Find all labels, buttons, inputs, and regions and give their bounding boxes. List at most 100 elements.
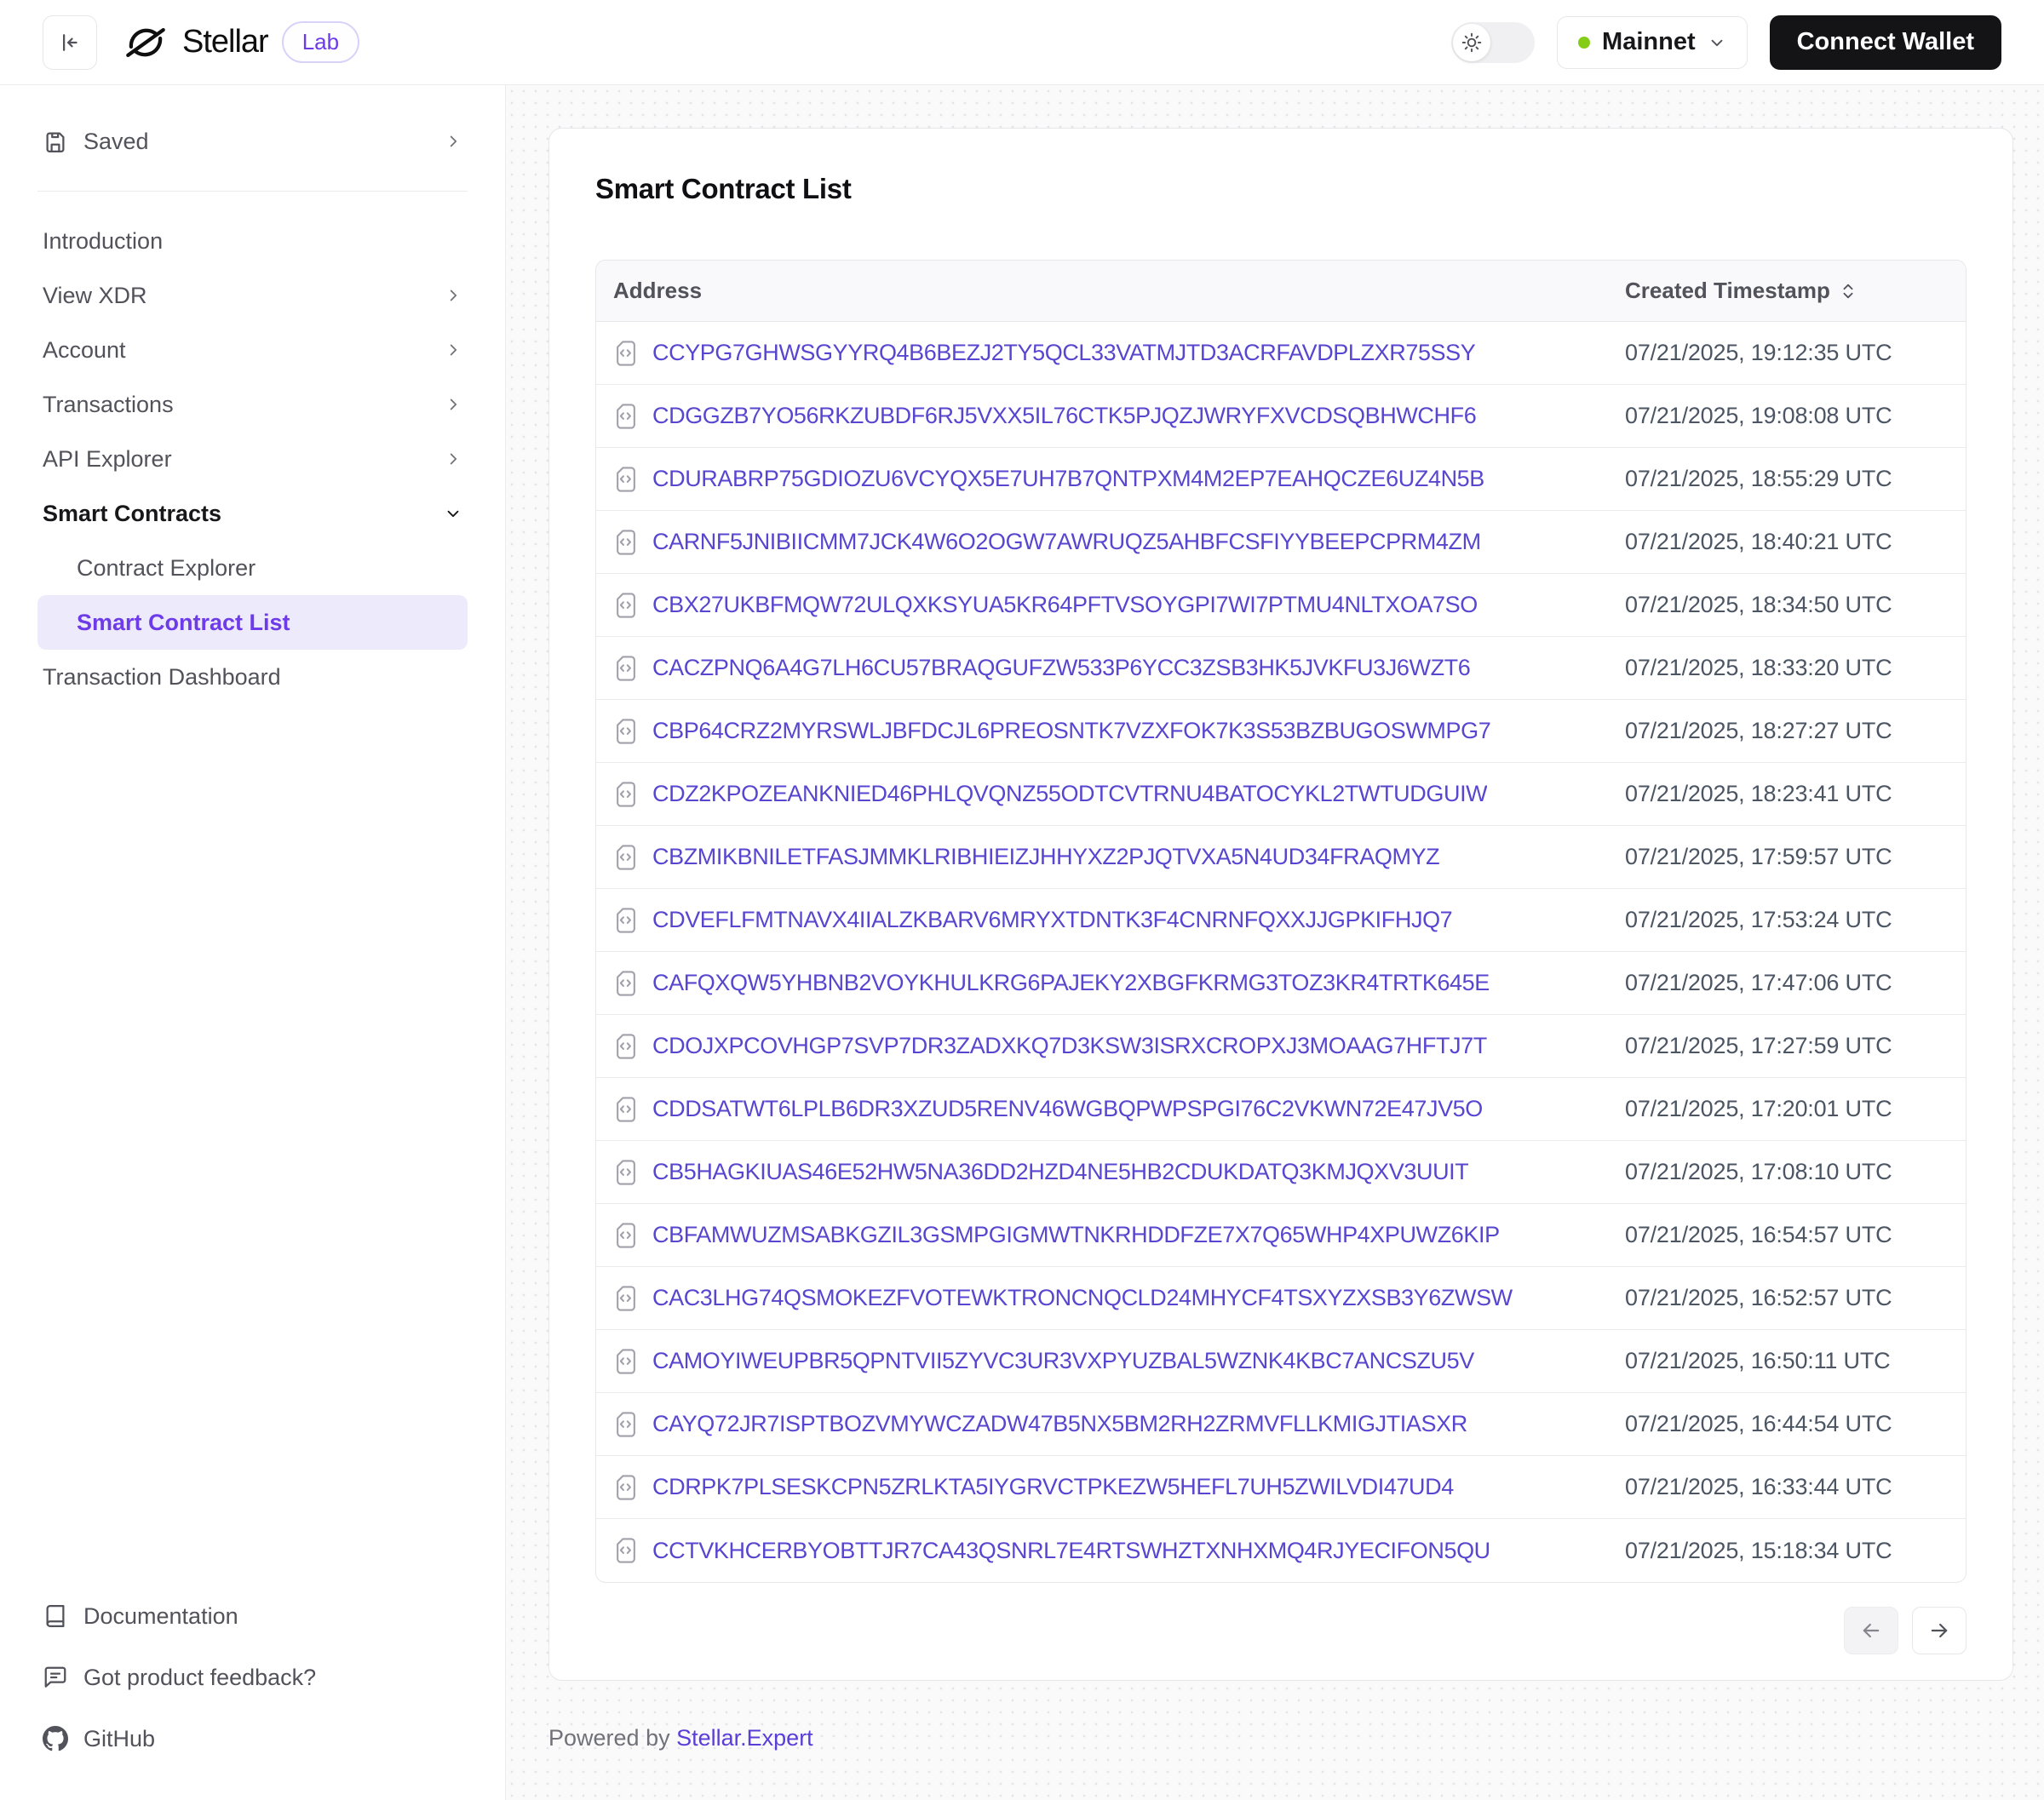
- sidebar-item-label: GitHub: [83, 1726, 155, 1752]
- previous-page-button[interactable]: [1844, 1607, 1898, 1654]
- theme-toggle[interactable]: [1451, 22, 1535, 63]
- contract-file-icon: [613, 907, 639, 934]
- network-select[interactable]: Mainnet: [1557, 16, 1748, 69]
- network-label: Mainnet: [1602, 28, 1696, 56]
- contract-address-link[interactable]: CBFAMWUZMSABKGZIL3GSMPGIGMWTNKRHDDFZE7X7…: [652, 1222, 1500, 1248]
- table-row: CDOJXPCOVHGP7SVP7DR3ZADXKQ7D3KSW3ISRXCRO…: [596, 1015, 1966, 1078]
- column-header-address: Address: [613, 278, 702, 304]
- contract-file-icon: [613, 844, 639, 871]
- contract-address-link[interactable]: CARNF5JNIBIICMM7JCK4W6O2OGW7AWRUQZ5AHBFC…: [652, 529, 1481, 555]
- table-row: CAMOYIWEUPBR5QPNTVII5ZYVC3UR3VXPYUZBAL5W…: [596, 1330, 1966, 1393]
- chevron-down-icon: [1708, 33, 1726, 52]
- table-row: CARNF5JNIBIICMM7JCK4W6O2OGW7AWRUQZ5AHBFC…: [596, 511, 1966, 574]
- sidebar-item-smart-contracts[interactable]: Smart Contracts: [37, 486, 468, 541]
- contract-address-link[interactable]: CAMOYIWEUPBR5QPNTVII5ZYVC3UR3VXPYUZBAL5W…: [652, 1348, 1474, 1374]
- contract-address-link[interactable]: CBZMIKBNILETFASJMMKLRIBHIEIZJHHYXZ2PJQTV…: [652, 844, 1439, 870]
- table-row: CDDSATWT6LPLB6DR3XZUD5RENV46WGBQPWPSPGI7…: [596, 1078, 1966, 1141]
- sidebar-item-documentation[interactable]: Documentation: [37, 1589, 468, 1643]
- contract-address-link[interactable]: CDGGZB7YO56RKZUBDF6RJ5VXX5IL76CTK5PJQZJW…: [652, 403, 1476, 429]
- main-content: Smart Contract List Address Created Time…: [506, 85, 2044, 1800]
- sidebar-item-saved[interactable]: Saved: [37, 111, 468, 172]
- connect-wallet-button[interactable]: Connect Wallet: [1770, 15, 2001, 70]
- created-timestamp: 07/21/2025, 16:52:57 UTC: [1625, 1285, 1892, 1311]
- contract-address-link[interactable]: CDURABRP75GDIOZU6VCYQX5E7UH7B7QNTPXM4M2E…: [652, 466, 1484, 492]
- contract-address-link[interactable]: CAC3LHG74QSMOKEZFVOTEWKTRONCNQCLD24MHYCF…: [652, 1285, 1513, 1311]
- contract-file-icon: [613, 592, 639, 619]
- sidebar-item-api-explorer[interactable]: API Explorer: [37, 432, 468, 486]
- table-row: CBP64CRZ2MYRSWLJBFDCJL6PREOSNTK7VZXFOK7K…: [596, 700, 1966, 763]
- pagination: [595, 1607, 1966, 1654]
- sidebar-item-transactions[interactable]: Transactions: [37, 377, 468, 432]
- lab-badge: Lab: [282, 21, 359, 63]
- sidebar-item-view-xdr[interactable]: View XDR: [37, 268, 468, 323]
- sun-icon: [1453, 24, 1490, 61]
- sort-created-button[interactable]: [1839, 281, 1857, 301]
- contract-address-link[interactable]: CDOJXPCOVHGP7SVP7DR3ZADXKQ7D3KSW3ISRXCRO…: [652, 1033, 1487, 1059]
- contract-address-link[interactable]: CAFQXQW5YHBNB2VOYKHULKRG6PAJEKY2XBGFKRMG…: [652, 970, 1490, 996]
- chevron-down-icon: [444, 504, 462, 523]
- created-timestamp: 07/21/2025, 17:53:24 UTC: [1625, 907, 1892, 933]
- table-row: CCTVKHCERBYOBTTJR7CA43QSNRL7E4RTSWHZTXNH…: [596, 1519, 1966, 1582]
- sidebar-item-label: Account: [43, 337, 126, 364]
- sidebar-item-introduction[interactable]: Introduction: [37, 214, 468, 268]
- sidebar-item-contract-explorer[interactable]: Contract Explorer: [37, 541, 468, 595]
- created-timestamp: 07/21/2025, 18:23:41 UTC: [1625, 781, 1892, 807]
- network-status-dot: [1578, 37, 1590, 49]
- created-timestamp: 07/21/2025, 19:12:35 UTC: [1625, 340, 1892, 366]
- sort-arrows-icon: [1839, 281, 1857, 301]
- contract-address-link[interactable]: CCTVKHCERBYOBTTJR7CA43QSNRL7E4RTSWHZTXNH…: [652, 1538, 1490, 1564]
- contract-address-link[interactable]: CAYQ72JR7ISPTBOZVMYWCZADW47B5NX5BM2RH2ZR…: [652, 1411, 1467, 1437]
- contract-address-link[interactable]: CBX27UKBFMQW72ULQXKSYUA5KR64PFTVSOYGPI7W…: [652, 592, 1478, 618]
- sidebar-item-label: API Explorer: [43, 446, 172, 473]
- powered-by: Powered by Stellar.Expert: [548, 1725, 2014, 1751]
- sidebar-item-smart-contract-list[interactable]: Smart Contract List: [37, 595, 468, 650]
- book-icon: [43, 1603, 68, 1629]
- sidebar-item-account[interactable]: Account: [37, 323, 468, 377]
- table-row: CDZ2KPOZEANKNIED46PHLQVQNZ55ODTCVTRNU4BA…: [596, 763, 1966, 826]
- table-row: CBX27UKBFMQW72ULQXKSYUA5KR64PFTVSOYGPI7W…: [596, 574, 1966, 637]
- created-timestamp: 07/21/2025, 16:33:44 UTC: [1625, 1474, 1892, 1500]
- brand[interactable]: Stellar Lab: [123, 20, 359, 66]
- sidebar-item-label: Smart Contract List: [77, 610, 290, 636]
- contract-address-link[interactable]: CCYPG7GHWSGYYRQ4B6BEZJ2TY5QCL33VATMJTD3A…: [652, 340, 1475, 366]
- created-timestamp: 07/21/2025, 17:27:59 UTC: [1625, 1033, 1892, 1059]
- sidebar-item-transaction-dashboard[interactable]: Transaction Dashboard: [37, 650, 468, 704]
- created-timestamp: 07/21/2025, 16:44:54 UTC: [1625, 1411, 1892, 1437]
- column-header-created: Created Timestamp: [1625, 278, 1830, 304]
- created-timestamp: 07/21/2025, 15:18:34 UTC: [1625, 1538, 1892, 1564]
- sidebar-divider: [37, 191, 468, 192]
- contract-address-link[interactable]: CACZPNQ6A4G7LH6CU57BRAQGUFZW533P6YCC3ZSB…: [652, 655, 1470, 681]
- contract-address-link[interactable]: CDDSATWT6LPLB6DR3XZUD5RENV46WGBQPWPSPGI7…: [652, 1096, 1483, 1122]
- contract-file-icon: [613, 781, 639, 808]
- contract-address-link[interactable]: CDVEFLFMTNAVX4IIALZKBARV6MRYXTDNTK3F4CNR…: [652, 907, 1452, 933]
- created-timestamp: 07/21/2025, 18:55:29 UTC: [1625, 466, 1892, 492]
- stellar-expert-link[interactable]: Stellar.Expert: [676, 1725, 813, 1751]
- next-page-button[interactable]: [1912, 1607, 1966, 1654]
- sidebar-item-feedback[interactable]: Got product feedback?: [37, 1650, 468, 1705]
- table-row: CACZPNQ6A4G7LH6CU57BRAQGUFZW533P6YCC3ZSB…: [596, 637, 1966, 700]
- contract-address-link[interactable]: CB5HAGKIUAS46E52HW5NA36DD2HZD4NE5HB2CDUK…: [652, 1159, 1468, 1185]
- contract-address-link[interactable]: CDRPK7PLSESKCPN5ZRLKTA5IYGRVCTPKEZW5HEFL…: [652, 1474, 1454, 1500]
- contract-address-link[interactable]: CDZ2KPOZEANKNIED46PHLQVQNZ55ODTCVTRNU4BA…: [652, 781, 1487, 807]
- sidebar-item-label: Introduction: [43, 228, 163, 255]
- created-timestamp: 07/21/2025, 18:33:20 UTC: [1625, 655, 1892, 681]
- sidebar-spacer: [37, 704, 468, 1589]
- contract-table-header: Address Created Timestamp: [596, 261, 1966, 322]
- chevron-right-icon: [444, 395, 462, 414]
- chevron-right-icon: [444, 286, 462, 305]
- contract-address-link[interactable]: CBP64CRZ2MYRSWLJBFDCJL6PREOSNTK7VZXFOK7K…: [652, 718, 1490, 744]
- contract-file-icon: [613, 655, 639, 682]
- created-timestamp: 07/21/2025, 17:20:01 UTC: [1625, 1096, 1892, 1122]
- stellar-logo-icon: [123, 20, 169, 66]
- created-timestamp: 07/21/2025, 19:08:08 UTC: [1625, 403, 1892, 429]
- brand-name: Stellar: [182, 24, 268, 60]
- table-row: CAYQ72JR7ISPTBOZVMYWCZADW47B5NX5BM2RH2ZR…: [596, 1393, 1966, 1456]
- collapse-sidebar-button[interactable]: [43, 15, 97, 70]
- sidebar-item-github[interactable]: GitHub: [37, 1711, 468, 1766]
- app-header: Stellar Lab Mainnet Connect W: [0, 0, 2044, 85]
- contract-file-icon: [613, 1033, 639, 1060]
- table-row: CDVEFLFMTNAVX4IIALZKBARV6MRYXTDNTK3F4CNR…: [596, 889, 1966, 952]
- feedback-bubble-icon: [43, 1665, 68, 1690]
- contract-file-icon: [613, 1285, 639, 1312]
- collapse-sidebar-icon: [57, 30, 83, 55]
